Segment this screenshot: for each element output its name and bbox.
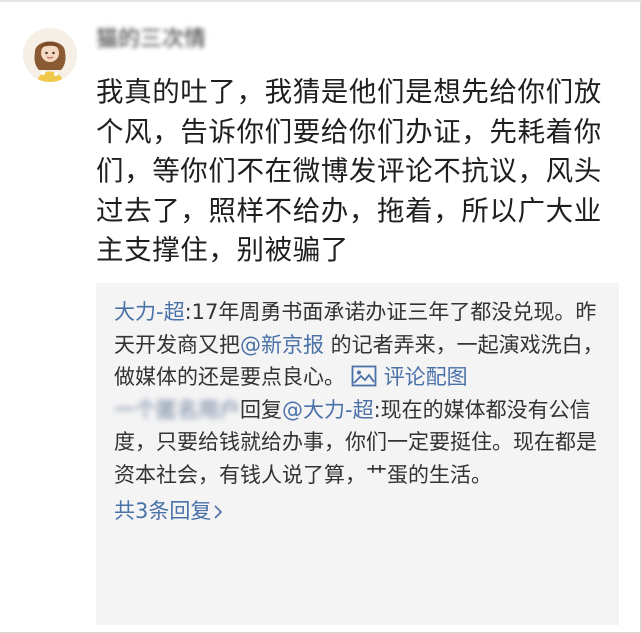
reply-word: 回复 (240, 397, 282, 422)
post-text: 我真的吐了，我猜是他们是想先给你们放个风，告诉你们要给你们办证，先耗着你们，等你… (96, 76, 602, 266)
divider (0, 0, 641, 2)
mention-link[interactable]: @新京报 (240, 333, 324, 357)
mention-link[interactable]: @大力-超 (282, 398, 374, 422)
reply-content: 大力-超:17年周勇书面承诺办证三年了都没兑现。昨天开发商又把@新京报 的记者弄… (114, 296, 607, 528)
reply-user-link[interactable]: 大力-超 (114, 300, 185, 324)
reply-item: 大力-超:17年周勇书面承诺办证三年了都没兑现。昨天开发商又把@新京报 的记者弄… (114, 296, 607, 394)
avatar[interactable] (23, 28, 77, 82)
avatar-illustration (23, 28, 77, 82)
view-more-replies-link[interactable]: 共3条回复 (114, 495, 223, 528)
reply-user-link[interactable]: 一个匿名用户 (114, 398, 240, 422)
reply-separator: : (184, 300, 192, 324)
reply-box[interactable]: 大力-超:17年周勇书面承诺办证三年了都没兑现。昨天开发商又把@新京报 的记者弄… (96, 283, 619, 625)
reply-separator: : (373, 397, 381, 422)
comment-image-link[interactable]: 评论配图 (384, 365, 468, 389)
reply-item: 一个匿名用户回复@大力-超:现在的媒体都没有公信度，只要给钱就给办事，你们一定要… (114, 394, 607, 492)
chevron-right-icon (214, 505, 223, 519)
username[interactable]: 猫的三次情 (96, 22, 224, 58)
image-icon[interactable] (351, 365, 377, 387)
more-replies-label: 共3条回复 (114, 499, 212, 523)
